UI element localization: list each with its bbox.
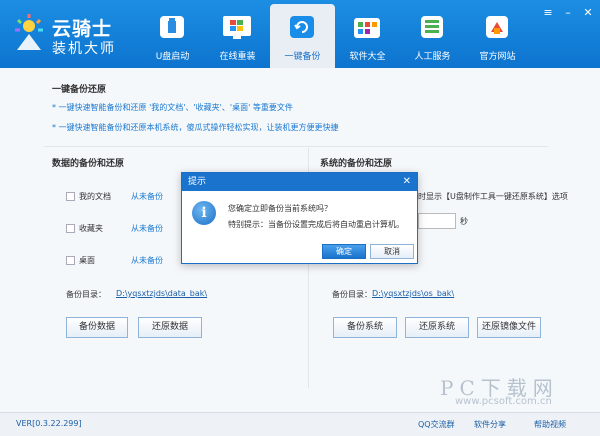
nav-software[interactable]: 软件大全 [335, 4, 400, 68]
item-status: 从未备份 [131, 223, 163, 233]
page-title: 一键备份还原 [52, 85, 107, 95]
tip-text: * 一键快速智能备份和还原本机系统，傻瓜式操作轻松实现，让装机更方便更快捷 [52, 123, 339, 132]
close-button[interactable]: ✕ [580, 6, 596, 20]
watermark-url: www.pcsoft.com.cn [455, 396, 552, 407]
share-link[interactable]: 软件分享 [474, 419, 506, 430]
restore-system-button[interactable]: 还原系统 [405, 317, 469, 338]
dialog-ok-button[interactable]: 确定 [322, 244, 366, 259]
os-dir-label: 备份目录： [332, 290, 372, 299]
item-label: 我的文档 [79, 191, 111, 201]
backup-item-desktop: 桌面 从未备份 [66, 254, 163, 266]
backup-system-button[interactable]: 备份系统 [333, 317, 397, 338]
qq-group-link[interactable]: QQ交流群 [418, 419, 455, 430]
version-label: VER[0.3.22.299] [16, 419, 82, 428]
dialog-note: 特别提示：当备份设置完成后将自动重启计算机。 [228, 220, 404, 229]
backup-item-documents: 我的文档 从未备份 [66, 190, 163, 202]
backup-data-button[interactable]: 备份数据 [66, 317, 128, 338]
backup-icon [290, 16, 314, 38]
restore-image-button[interactable]: 还原镜像文件 [477, 317, 541, 338]
nav-official-site[interactable]: 官方网站 [465, 4, 530, 68]
boot-menu-hint: 时显示【U盘制作工具一键还原系统】选项 [418, 192, 568, 201]
service-icon [421, 16, 443, 38]
backup-item-favorites: 收藏夹 从未备份 [66, 222, 163, 234]
data-backup-title: 数据的备份和还原 [52, 159, 125, 169]
info-icon: i [192, 201, 216, 225]
nav-label: U盘启动 [155, 52, 190, 62]
divider [44, 146, 548, 147]
nav-label: 一键备份 [284, 52, 321, 62]
nav-label: 官方网站 [479, 52, 516, 62]
dialog-titlebar: 提示 ✕ [182, 173, 417, 191]
menu-button[interactable]: ≡ [540, 6, 556, 20]
status-bar: VER[0.3.22.299] QQ交流群 软件分享 帮助视频 [0, 412, 600, 436]
desktop-checkbox[interactable] [66, 255, 75, 265]
nav-label: 软件大全 [349, 52, 386, 62]
os-dir-link[interactable]: D:\yqsxtzjds\os_bak\ [372, 289, 454, 298]
app-header: 云骑士 装机大师 U盘启动 在线重装 一键备份 软件大全 人工服务 官方网站 ≡… [0, 0, 600, 68]
dialog-message: 您确定立即备份当前系统吗？ [228, 204, 332, 213]
nav-label: 在线重装 [219, 52, 256, 62]
app-logo-icon [15, 14, 43, 50]
item-label: 收藏夹 [79, 223, 103, 233]
nav-label: 人工服务 [414, 52, 451, 62]
item-status: 从未备份 [131, 191, 163, 201]
data-dir-label: 备份目录： [66, 290, 106, 299]
website-icon [486, 16, 508, 38]
windows-icon [223, 16, 251, 39]
nav-usb-boot[interactable]: U盘启动 [140, 4, 205, 68]
help-video-link[interactable]: 帮助视频 [534, 419, 566, 430]
seconds-unit: 秒 [460, 217, 468, 226]
software-icon [354, 18, 380, 38]
documents-checkbox[interactable] [66, 191, 75, 201]
data-dir-link[interactable]: D:\yqsxtzjds\data_bak\ [116, 289, 207, 298]
dialog-cancel-button[interactable]: 取消 [370, 244, 414, 259]
app-title: 云骑士 [52, 18, 113, 40]
restore-data-button[interactable]: 还原数据 [138, 317, 202, 338]
app-subtitle: 装机大师 [52, 41, 116, 57]
confirm-dialog: 提示 ✕ i 您确定立即备份当前系统吗？ 特别提示：当备份设置完成后将自动重启计… [181, 172, 418, 264]
tip-text: * 一键快速智能备份和还原 '我的文档'、'收藏夹'、'桌面' 等重要文件 [52, 103, 293, 112]
usb-icon [160, 16, 184, 38]
system-backup-title: 系统的备份和还原 [320, 159, 393, 169]
favorites-checkbox[interactable] [66, 223, 75, 233]
dialog-close-button[interactable]: ✕ [403, 173, 411, 191]
item-status: 从未备份 [131, 255, 163, 265]
nav-one-key-backup[interactable]: 一键备份 [270, 4, 335, 68]
dialog-title: 提示 [188, 177, 207, 187]
nav-online-reinstall[interactable]: 在线重装 [205, 4, 270, 68]
minimize-button[interactable]: – [560, 6, 576, 20]
nav-human-service[interactable]: 人工服务 [400, 4, 465, 68]
main-nav: U盘启动 在线重装 一键备份 软件大全 人工服务 官方网站 [140, 4, 530, 68]
item-label: 桌面 [79, 255, 95, 265]
seconds-input[interactable] [418, 213, 456, 229]
